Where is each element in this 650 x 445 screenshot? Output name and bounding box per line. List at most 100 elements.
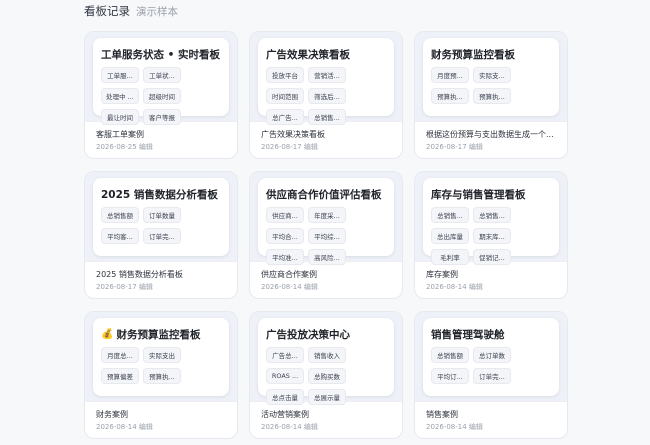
metric-chip-list: 总销售额 总订单数 平均订... 订单完... <box>431 347 551 384</box>
dashboard-card[interactable]: 财务预算监控看板 月度预... 实际支... 预算执... 预算执... 根据这份预算与支… <box>414 31 568 159</box>
card-name: 财务案例 <box>96 410 128 419</box>
preview-title-text: 供应商合作价值评估看板 <box>266 188 382 201</box>
metric-chip: 预算偏差 <box>101 368 139 384</box>
preview-panel: 工单服务状态 • 实时看板工单服... 工单状... 处理中 ... 超级时间 最让时间… <box>93 38 229 125</box>
page-title: 看板记录 <box>84 4 130 18</box>
card-name: 库存案例 <box>426 270 458 279</box>
metric-chip: 筛选后... <box>308 88 346 104</box>
preview-title-text: 财务预算监控看板 <box>116 328 201 341</box>
card-edit-date: 2026-08-25 编辑 <box>96 143 153 151</box>
metric-chip: 销售收入 <box>308 347 346 363</box>
dashboard-card[interactable]: 广告效果决策看板 投放平台 营销活... 时间范围 筛选后... 总广告... 总销售...… <box>249 31 403 159</box>
metric-chip: 广告总... <box>266 347 304 363</box>
metric-chip: 总出库量 <box>431 228 469 244</box>
metric-chip-list: 月度预... 实际支... 预算执... 预算执... <box>431 67 551 104</box>
dashboard-preview: 广告投放决策中心广告总... 销售收入 ROAS ... 总购买数 总点击量 总展示量 <box>250 312 402 405</box>
dashboard-card[interactable]: 广告投放决策中心广告总... 销售收入 ROAS ... 总购买数 总点击量 总展示量 活动… <box>249 311 403 439</box>
metric-chip: 预算执... <box>473 88 511 104</box>
preview-title-text: 广告效果决策看板 <box>266 48 350 61</box>
metric-chip: 促销记... <box>473 249 511 265</box>
metric-chip: 期末库... <box>473 228 511 244</box>
metric-chip: 月度总... <box>101 347 139 363</box>
metric-chip: 订单完... <box>473 368 511 384</box>
preview-panel: 广告投放决策中心广告总... 销售收入 ROAS ... 总购买数 总点击量 总展示量 <box>258 318 394 405</box>
metric-chip: 总订单数 <box>473 347 511 363</box>
metric-chip: 预算执... <box>431 88 469 104</box>
card-edit-date: 2026-08-17 编辑 <box>96 283 153 291</box>
metric-chip: 总广告... <box>266 109 304 125</box>
preview-title: 💰 财务预算监控看板 <box>101 327 221 341</box>
preview-panel: 广告效果决策看板 投放平台 营销活... 时间范围 筛选后... 总广告... 总销售... <box>258 38 394 125</box>
metric-chip: 总购买数 <box>308 368 346 384</box>
metric-chip: 总展示量 <box>308 389 346 405</box>
metric-chip: 平均综... <box>308 228 346 244</box>
metric-chip: 毛利率 <box>431 249 469 265</box>
dashboard-card[interactable]: 库存与销售管理看板 总销售... 总销售... 总出库量 期末库... 毛利率 促销记...… <box>414 171 568 299</box>
metric-chip: 年度采... <box>308 207 346 223</box>
dashboard-preview: 工单服务状态 • 实时看板工单服... 工单状... 处理中 ... 超级时间 最让时间… <box>85 32 237 125</box>
preview-title-text: 2025 销售数据分析看板 <box>101 188 218 201</box>
preview-title: 财务预算监控看板 <box>431 47 551 61</box>
preview-title: 销售管理驾驶舱 <box>431 327 551 341</box>
page-header: 看板记录 演示样本 <box>84 3 178 19</box>
preview-title-text: 销售管理驾驶舱 <box>431 328 505 341</box>
metric-chip: 工单状... <box>143 67 181 83</box>
dashboard-preview: 💰 财务预算监控看板 月度总... 实际支出 预算偏差 预算执... <box>85 312 237 402</box>
card-meta: 广告效果决策看板 2026-08-17 编辑 <box>250 122 402 152</box>
preview-panel: 2025 销售数据分析看板 总销售额 订单数量 平均客... 订单完... <box>93 178 229 256</box>
metric-chip-list: 工单服... 工单状... 处理中 ... 超级时间 最让时间 客户等报 <box>101 67 221 125</box>
preview-title-text: 财务预算监控看板 <box>431 48 515 61</box>
preview-title: 广告投放决策中心 <box>266 327 386 341</box>
metric-chip: 总销售额 <box>431 347 469 363</box>
card-edit-date: 2026-08-14 编辑 <box>261 283 318 291</box>
card-name: 客服工单案例 <box>96 130 144 139</box>
metric-chip: 时间范围 <box>266 88 304 104</box>
card-meta: 活动营销案例 2026-08-14 编辑 <box>250 402 402 432</box>
metric-chip-list: 总销售... 总销售... 总出库量 期末库... 毛利率 促销记... <box>431 207 551 265</box>
preview-title-text: 库存与销售管理看板 <box>431 188 526 201</box>
dashboard-preview: 供应商合作价值评估看板 供应商... 年度采... 平均合... 平均综... 平均准..… <box>250 172 402 265</box>
preview-title: 广告效果决策看板 <box>266 47 386 61</box>
preview-title-text: 工单服务状态 • 实时看板 <box>101 48 221 61</box>
dashboard-card[interactable]: 💰 财务预算监控看板 月度总... 实际支出 预算偏差 预算执... 财务案例 2026-08… <box>84 311 238 439</box>
preview-title: 供应商合作价值评估看板 <box>266 187 386 201</box>
card-name: 2025 销售数据分析看板 <box>96 270 183 279</box>
metric-chip: 平均订... <box>431 368 469 384</box>
dashboard-card[interactable]: 2025 销售数据分析看板 总销售额 订单数量 平均客... 订单完... 2025 销售… <box>84 171 238 299</box>
card-meta: 2025 销售数据分析看板 2026-08-17 编辑 <box>85 262 237 292</box>
metric-chip: 处理中 ... <box>101 88 139 104</box>
metric-chip: 预算执... <box>143 368 181 384</box>
metric-chip: 总销售... <box>308 109 346 125</box>
card-meta: 根据这份预算与支出数据生成一个... 2026-08-17 编辑 <box>415 122 567 152</box>
card-name: 销售案例 <box>426 410 458 419</box>
dashboard-card[interactable]: 供应商合作价值评估看板 供应商... 年度采... 平均合... 平均综... 平均准..… <box>249 171 403 299</box>
metric-chip: 超级时间 <box>143 88 181 104</box>
card-name: 广告效果决策看板 <box>261 130 325 139</box>
dashboard-card[interactable]: 工单服务状态 • 实时看板工单服... 工单状... 处理中 ... 超级时间 最让时间… <box>84 31 238 159</box>
metric-chip: 平均准... <box>266 249 304 265</box>
metric-chip: 实际支... <box>473 67 511 83</box>
dashboard-card[interactable]: 销售管理驾驶舱 总销售额 总订单数 平均订... 订单完... 销售案例 2026-08-1… <box>414 311 568 439</box>
metric-chip: 平均合... <box>266 228 304 244</box>
metric-chip: 总销售... <box>473 207 511 223</box>
preview-panel: 供应商合作价值评估看板 供应商... 年度采... 平均合... 平均综... 平均准..… <box>258 178 394 265</box>
metric-chip-list: 广告总... 销售收入 ROAS ... 总购买数 总点击量 总展示量 <box>266 347 386 405</box>
card-edit-date: 2026-08-14 编辑 <box>426 283 483 291</box>
page-subtitle: 演示样本 <box>136 6 178 18</box>
dashboard-card-grid: 工单服务状态 • 实时看板工单服... 工单状... 处理中 ... 超级时间 最让时间… <box>84 31 568 439</box>
preview-panel: 销售管理驾驶舱 总销售额 总订单数 平均订... 订单完... <box>423 318 559 396</box>
metric-chip: 工单服... <box>101 67 139 83</box>
metric-chip: 总销售... <box>431 207 469 223</box>
card-meta: 供应商合作案例 2026-08-14 编辑 <box>250 262 402 292</box>
metric-chip: 客户等报 <box>143 109 181 125</box>
dashboard-preview: 销售管理驾驶舱 总销售额 总订单数 平均订... 订单完... <box>415 312 567 402</box>
card-edit-date: 2026-08-17 编辑 <box>261 143 318 151</box>
dashboard-preview: 财务预算监控看板月度预... 实际支... 预算执... 预算执... <box>415 32 567 122</box>
dashboard-preview: 库存与销售管理看板 总销售... 总销售... 总出库量 期末库... 毛利率 促销记... <box>415 172 567 265</box>
metric-chip: 总点击量 <box>266 389 304 405</box>
preview-title: 2025 销售数据分析看板 <box>101 187 221 201</box>
metric-chip: 订单完... <box>143 228 181 244</box>
metric-chip: 供应商... <box>266 207 304 223</box>
metric-chip: 订单数量 <box>143 207 181 223</box>
preview-panel: 💰 财务预算监控看板 月度总... 实际支出 预算偏差 预算执... <box>93 318 229 396</box>
